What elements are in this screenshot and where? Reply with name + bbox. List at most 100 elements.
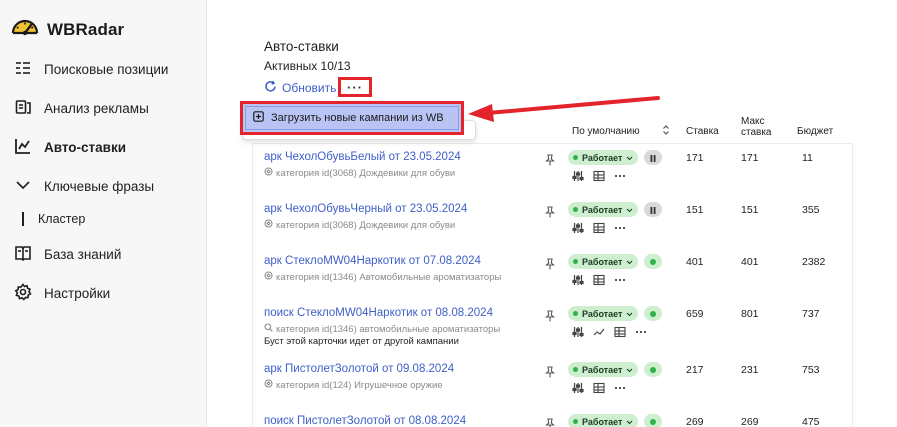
bid-value: 171 — [686, 152, 704, 164]
refresh-button[interactable]: Обновить — [264, 80, 336, 96]
refresh-label: Обновить — [282, 81, 337, 95]
pin-icon[interactable] — [545, 365, 555, 383]
row-actions — [572, 273, 626, 291]
sliders-icon[interactable] — [572, 325, 584, 343]
campaign-category: категория id(1346) автомобильные аромати… — [264, 323, 500, 335]
sidebar-item-auto-bids[interactable]: Авто-ставки — [14, 135, 126, 159]
sort-select[interactable]: По умолчанию — [566, 121, 676, 141]
campaign-name-link[interactable]: поиск СтеклоMW04Наркотик от 08.08.2024 — [264, 307, 493, 319]
column-header-max-bid-line2: ставка — [741, 127, 772, 138]
campaign-note: Буст этой карточки идет от другой кампан… — [264, 336, 459, 347]
column-header-budget[interactable]: Бюджет — [797, 126, 833, 137]
sidebar-item-cluster[interactable]: Кластер — [22, 209, 85, 229]
pause-button[interactable] — [644, 202, 662, 217]
column-header-max-bid[interactable]: Макс ставка — [741, 116, 772, 138]
table-icon[interactable] — [614, 325, 626, 343]
status-select[interactable]: Работает — [568, 362, 639, 377]
pin-icon[interactable] — [545, 309, 555, 327]
status-select[interactable]: Работает — [568, 150, 639, 165]
active-dot — [650, 310, 656, 317]
campaign-name-link[interactable]: арк ЧехолОбувьЧерный от 23.05.2024 — [264, 203, 467, 215]
sliders-icon[interactable] — [572, 381, 584, 399]
status-label: Работает — [582, 204, 623, 215]
sliders-icon[interactable] — [572, 221, 584, 239]
table-icon[interactable] — [593, 221, 605, 239]
category-icon — [264, 379, 273, 391]
sidebar-item-knowledge-base[interactable]: База знаний — [14, 242, 121, 266]
campaign-name-link[interactable]: арк ПистолетЗолотой от 09.08.2024 — [264, 363, 454, 375]
sub-item-bar — [22, 212, 24, 226]
campaign-category-text: категория id(1346) автомобильные аромати… — [276, 323, 501, 335]
sidebar: WBRadar Поисковые позиции Анализ рекламы… — [0, 0, 207, 427]
line-chart-icon[interactable] — [593, 325, 605, 343]
max-bid-value: 269 — [741, 416, 759, 427]
active-toggle-button[interactable] — [644, 254, 662, 269]
menu-item-label: Загрузить новые кампании из WB — [271, 112, 444, 124]
bid-value: 401 — [686, 256, 704, 268]
campaign-category-text: категория id(3068) Дождевики для обуви — [276, 219, 456, 231]
sidebar-item-label: Поисковые позиции — [44, 61, 169, 77]
max-bid-value: 801 — [741, 308, 759, 320]
budget-value: 11 — [802, 152, 813, 164]
sort-select-value: По умолчанию — [572, 125, 640, 137]
more-icon[interactable] — [614, 273, 626, 291]
status-dot — [573, 367, 578, 372]
max-bid-value: 151 — [741, 204, 759, 216]
more-options-button[interactable]: ··· — [338, 77, 372, 97]
status-select[interactable]: Работает — [568, 202, 639, 217]
more-icon[interactable] — [614, 169, 626, 187]
sliders-icon[interactable] — [572, 273, 584, 291]
pause-button[interactable] — [644, 150, 662, 165]
active-toggle-button[interactable] — [644, 306, 662, 321]
budget-value: 737 — [802, 308, 820, 320]
campaign-category: категория id(3068) Дождевики для обуви — [264, 219, 455, 231]
more-icon[interactable] — [614, 381, 626, 399]
search-icon — [264, 323, 273, 335]
active-dot — [650, 258, 656, 265]
campaign-name-link[interactable]: арк СтеклоMW04Наркотик от 07.08.2024 — [264, 255, 481, 267]
column-header-bid[interactable]: Ставка — [686, 126, 719, 137]
bid-value: 217 — [686, 364, 704, 376]
active-dot — [650, 418, 656, 425]
pin-icon[interactable] — [545, 257, 555, 275]
status-dot — [573, 419, 578, 424]
sidebar-item-search-positions[interactable]: Поисковые позиции — [14, 57, 168, 81]
campaign-category: категория id(3068) Дождевики для обуви — [264, 167, 455, 179]
table-icon[interactable] — [593, 273, 605, 291]
pin-icon[interactable] — [545, 153, 555, 171]
status-select[interactable]: Работает — [568, 306, 639, 321]
sidebar-item-settings[interactable]: Настройки — [14, 281, 110, 305]
chevron-down-icon — [626, 257, 633, 267]
status-select[interactable]: Работает — [568, 254, 639, 269]
active-toggle-button[interactable] — [644, 414, 662, 427]
campaign-name-link[interactable]: арк ЧехолОбувьБелый от 23.05.2024 — [264, 151, 461, 163]
budget-value: 2382 — [802, 256, 826, 268]
book-icon — [14, 244, 32, 265]
bid-value: 269 — [686, 416, 704, 427]
category-icon — [264, 219, 273, 231]
active-toggle-button[interactable] — [644, 362, 662, 377]
table-icon[interactable] — [593, 381, 605, 399]
pin-icon[interactable] — [545, 417, 555, 427]
chevron-down-icon — [626, 153, 633, 163]
more-icon[interactable] — [635, 325, 647, 343]
status-select[interactable]: Работает — [568, 414, 639, 427]
chevron-down-icon — [626, 417, 633, 427]
campaign-category: категория id(1346) Автомобильные аромати… — [264, 271, 501, 283]
sidebar-item-label: Кластер — [38, 212, 86, 226]
campaign-name-link[interactable]: поиск ПистолетЗолотой от 08.08.2024 — [264, 415, 466, 427]
more-icon[interactable] — [614, 221, 626, 239]
status-label: Работает — [582, 308, 623, 319]
campaign-category-text: категория id(124) Игрушечное оружие — [276, 379, 443, 391]
status-label: Работает — [582, 364, 623, 375]
sidebar-item-keywords[interactable]: Ключевые фразы — [14, 174, 154, 198]
status-dot — [573, 259, 578, 264]
bid-value: 151 — [686, 204, 704, 216]
max-bid-value: 171 — [741, 152, 759, 164]
sliders-icon[interactable] — [572, 169, 584, 187]
sidebar-item-ad-analysis[interactable]: Анализ рекламы — [14, 96, 149, 120]
pin-icon[interactable] — [545, 205, 555, 223]
load-campaigns-menu-item[interactable]: Загрузить новые кампании из WB — [240, 101, 464, 135]
table-icon[interactable] — [593, 169, 605, 187]
status-dot — [573, 155, 578, 160]
